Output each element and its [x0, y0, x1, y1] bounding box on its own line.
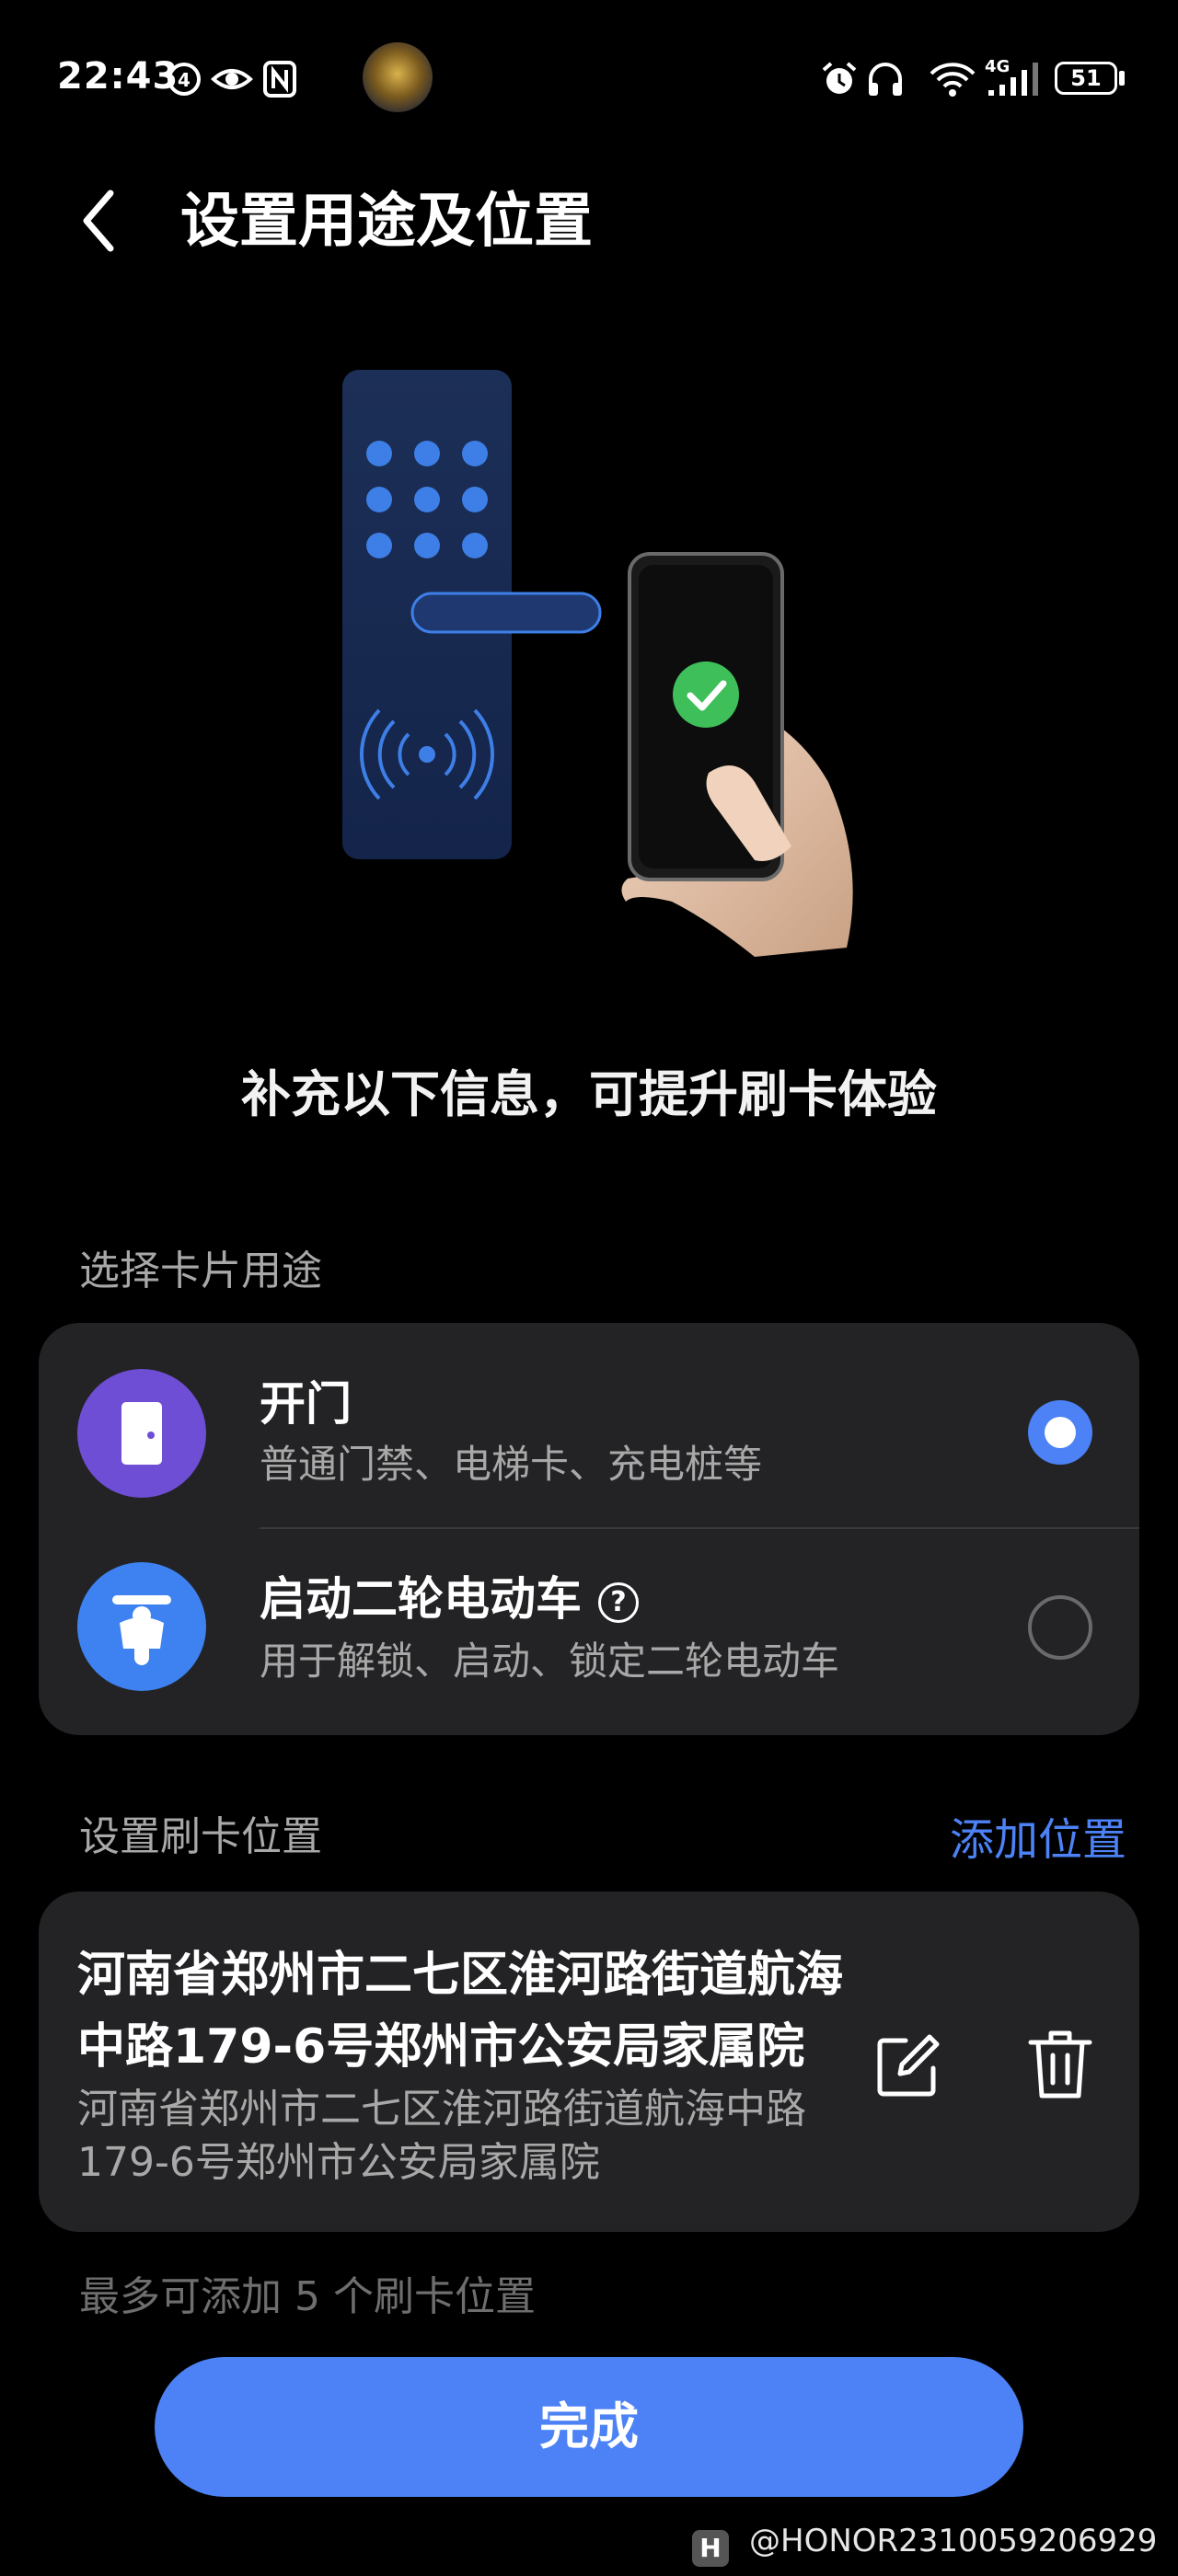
option-subtitle: 用于解锁、启动、锁定二轮电动车 [260, 1639, 840, 1684]
eye-comfort-icon [211, 69, 253, 89]
back-arrow-icon[interactable] [74, 184, 129, 258]
scooter-icon [112, 1595, 171, 1665]
honor-badge-icon: H [692, 2530, 729, 2567]
promo-text: 补充以下信息，可提升刷卡体验 [241, 1065, 937, 1123]
option-title: 启动二轮电动车? [260, 1562, 639, 1628]
door-handle [410, 592, 602, 634]
delete-icon[interactable] [1025, 2026, 1095, 2103]
location-hint: 最多可添加 5 个刷卡位置 [79, 2273, 536, 2320]
nfc-icon [263, 61, 296, 98]
option-subtitle: 普通门禁、电梯卡、充电桩等 [260, 1442, 763, 1487]
status-time: 22:43 [57, 55, 179, 98]
location-section-label: 设置刷卡位置 [79, 1813, 322, 1860]
page-title: 设置用途及位置 [180, 188, 593, 256]
status-bar: 22:43 4 4G 51 [0, 0, 1178, 156]
scooter-icon-wrap [77, 1562, 206, 1691]
radio-selected[interactable] [1028, 1400, 1092, 1465]
location-subtitle: 河南省郑州市二七区淮河路街道航海中路179-6号郑州市公安局家属院 [77, 2086, 806, 2186]
check-icon [673, 661, 739, 728]
wifi-icon [930, 63, 976, 97]
usage-option-ebike[interactable]: 启动二轮电动车? 用于解锁、启动、锁定二轮电动车 [39, 1529, 1139, 1733]
location-title: 河南省郑州市二七区淮河路街道航海中路179-6号郑州市公安局家属院 [77, 1948, 844, 2075]
edit-icon[interactable] [872, 2031, 942, 2101]
headphones-icon [869, 63, 902, 96]
nfc-door-lock-illustration [342, 370, 853, 957]
svg-text:4: 4 [178, 69, 191, 91]
notification-app-icon [363, 42, 433, 112]
data-saver-icon: 4 [167, 63, 201, 96]
door-icon-wrap [77, 1369, 206, 1498]
door-icon [121, 1402, 162, 1465]
option-title: 开门 [260, 1377, 352, 1431]
watermark: H @HONOR2310059206929 [692, 2523, 1157, 2567]
radio-unselected[interactable] [1028, 1595, 1092, 1660]
watermark-text: @HONOR2310059206929 [749, 2523, 1158, 2559]
keypad-icon [366, 441, 488, 558]
add-location-link[interactable]: 添加位置 [950, 1803, 1126, 1868]
signal-icon [988, 63, 1038, 96]
battery-nub [1119, 71, 1125, 86]
option-title-text: 启动二轮电动车 [260, 1572, 582, 1626]
help-icon[interactable]: ? [598, 1582, 639, 1623]
alarm-icon [822, 62, 857, 94]
battery-icon: 51 [1055, 62, 1117, 95]
usage-card: 开门 普通门禁、电梯卡、充电桩等 启动二轮电动车? 用于解锁、启动、锁定二轮电动… [39, 1323, 1139, 1735]
done-button[interactable]: 完成 [155, 2357, 1023, 2497]
usage-option-open-door[interactable]: 开门 普通门禁、电梯卡、充电桩等 [39, 1323, 1139, 1527]
location-card: 河南省郑州市二七区淮河路街道航海中路179-6号郑州市公安局家属院 河南省郑州市… [39, 1892, 1139, 2232]
usage-section-label: 选择卡片用途 [79, 1248, 322, 1294]
